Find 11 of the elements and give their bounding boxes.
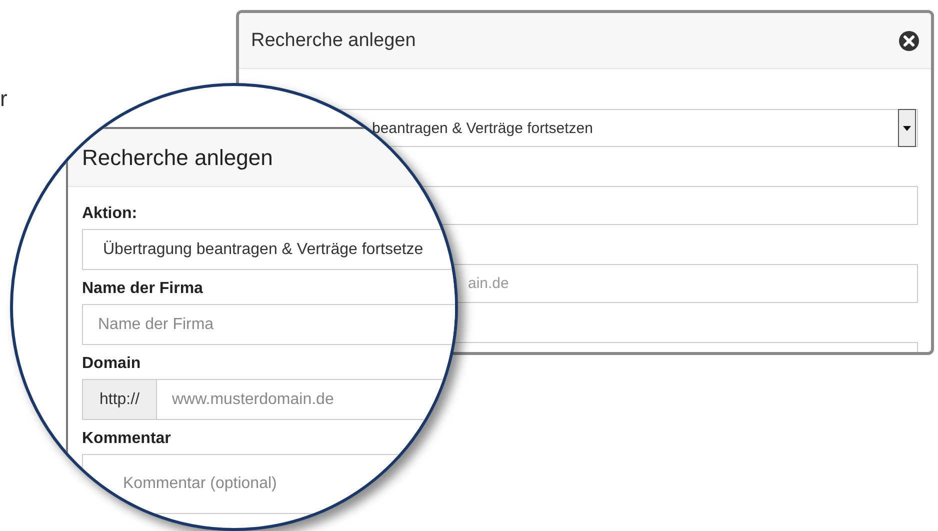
- field-label: Name der Firma: [82, 280, 204, 298]
- company-name-field[interactable]: Name der Firma: [82, 304, 455, 345]
- field-label: Aktion:: [82, 205, 138, 223]
- dialog-title: Recherche anlegen: [82, 144, 273, 170]
- page-text-fragment: r: [0, 86, 8, 112]
- field-label: Domain: [82, 355, 142, 373]
- dropdown-icon[interactable]: [898, 109, 916, 147]
- url-prefix-addon: http://: [82, 379, 156, 420]
- field-label: Kommentar: [82, 430, 172, 448]
- dialog-title: Recherche anlegen: [251, 30, 416, 52]
- close-icon[interactable]: [899, 30, 919, 50]
